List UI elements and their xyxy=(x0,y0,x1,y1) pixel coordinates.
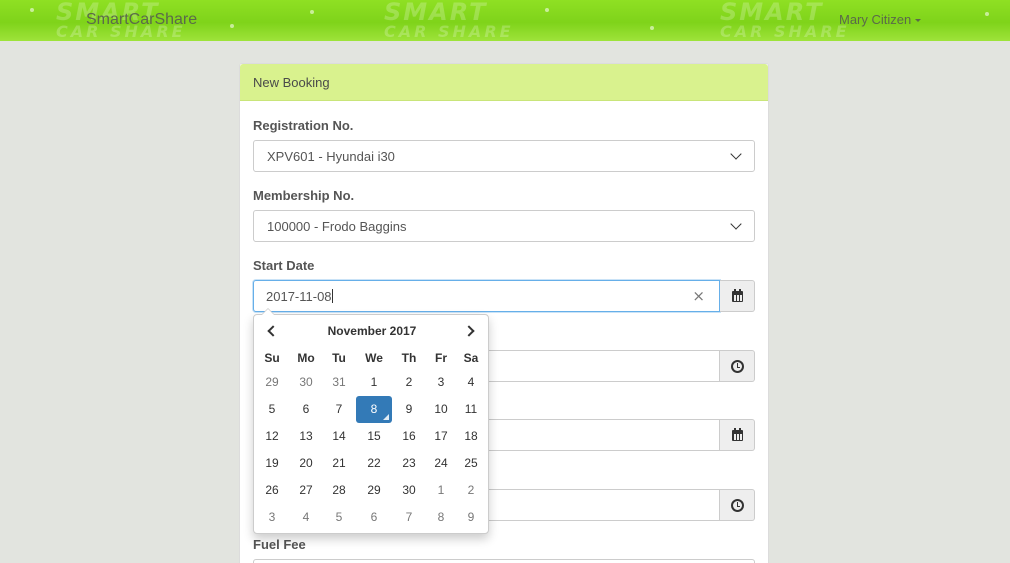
calendar-day[interactable]: 25 xyxy=(456,450,486,477)
datepicker-popup: November 2017 Su Mo Tu We Th Fr Sa 29 30 31 1 2 3 4 5… xyxy=(253,308,490,534)
calendar-day[interactable]: 12 xyxy=(254,423,290,450)
calendar-day[interactable]: 30 xyxy=(290,369,322,396)
calendar-day[interactable]: 9 xyxy=(456,504,486,531)
calendar-day[interactable]: 4 xyxy=(290,504,322,531)
calendar-day[interactable]: 29 xyxy=(356,477,392,504)
membership-label: Membership No. xyxy=(253,188,355,203)
user-menu-dropdown[interactable]: Mary Citizen xyxy=(839,12,922,27)
clear-icon[interactable]: × xyxy=(692,287,705,305)
start-time-clock-button[interactable] xyxy=(720,350,755,382)
weekday-header: We xyxy=(365,351,383,365)
clock-icon xyxy=(731,360,744,373)
registration-value: XPV601 - Hyundai i30 xyxy=(267,149,395,164)
end-time-clock-button[interactable] xyxy=(720,489,755,521)
navbar-watermark: SMART CAR SHARE xyxy=(720,0,850,41)
calendar-day[interactable]: 2 xyxy=(456,477,486,504)
week-row: 12 13 14 15 16 17 18 xyxy=(254,423,490,450)
datepicker-grid: Su Mo Tu We Th Fr Sa 29 30 31 1 2 3 4 5 6 7 8 9 10 11 12 13 14… xyxy=(254,347,490,531)
brand-link[interactable]: SmartCarShare xyxy=(86,11,197,29)
calendar-day[interactable]: 29 xyxy=(254,369,290,396)
calendar-day[interactable]: 14 xyxy=(322,423,356,450)
membership-value: 100000 - Frodo Baggins xyxy=(267,219,407,234)
week-row: 3456789 xyxy=(254,504,490,531)
caret-down-icon xyxy=(915,19,922,23)
calendar-day[interactable]: 26 xyxy=(254,477,290,504)
calendar-day[interactable]: 19 xyxy=(254,450,290,477)
calendar-day[interactable]: 9 xyxy=(392,396,426,423)
chevron-down-icon xyxy=(730,218,742,230)
calendar-day[interactable]: 7 xyxy=(322,396,356,423)
navbar-sparkle xyxy=(310,10,314,14)
calendar-day[interactable]: 7 xyxy=(392,504,426,531)
text-cursor xyxy=(331,289,333,303)
calendar-icon xyxy=(732,428,743,441)
week-row: 19 20 21 22 23 24 25 xyxy=(254,450,490,477)
navbar-sparkle xyxy=(545,8,549,12)
calendar-day[interactable]: 18 xyxy=(456,423,486,450)
chevron-left-icon[interactable] xyxy=(267,325,279,337)
datepicker-header: November 2017 xyxy=(254,315,488,347)
calendar-day[interactable]: 21 xyxy=(322,450,356,477)
week-row: 29 30 31 1 2 3 4 xyxy=(254,369,490,396)
weekday-header: Sa xyxy=(463,351,479,365)
weekday-header: Th xyxy=(401,351,417,365)
navbar-sparkle xyxy=(650,26,654,30)
end-date-calendar-button[interactable] xyxy=(720,419,755,451)
calendar-day[interactable]: 3 xyxy=(254,504,290,531)
weekday-header: Su xyxy=(264,351,280,365)
calendar-day[interactable]: 20 xyxy=(290,450,322,477)
membership-select[interactable]: 100000 - Frodo Baggins xyxy=(253,210,755,242)
calendar-day[interactable]: 11 xyxy=(456,396,486,423)
chevron-down-icon xyxy=(730,148,742,160)
weekday-header: Fr xyxy=(435,351,447,365)
navbar-sparkle xyxy=(985,12,989,16)
start-date-input[interactable]: 2017-11-08 × xyxy=(253,280,720,312)
navbar-watermark: SMART CAR SHARE xyxy=(384,0,514,41)
calendar-day[interactable]: 13 xyxy=(290,423,322,450)
calendar-day[interactable]: 2 xyxy=(392,369,426,396)
calendar-day[interactable]: 22 xyxy=(356,450,392,477)
chevron-right-icon[interactable] xyxy=(463,325,475,337)
registration-label: Registration No. xyxy=(253,118,354,133)
calendar-day[interactable]: 27 xyxy=(290,477,322,504)
calendar-day[interactable]: 5 xyxy=(322,504,356,531)
calendar-day[interactable]: 5 xyxy=(254,396,290,423)
selected-day[interactable]: 8 xyxy=(356,396,392,423)
start-date-calendar-button[interactable] xyxy=(720,280,755,312)
start-date-value: 2017-11-08 xyxy=(266,289,332,304)
weekday-header: Tu xyxy=(332,351,346,365)
calendar-day[interactable]: 15 xyxy=(356,423,392,450)
calendar-day[interactable]: 1 xyxy=(356,369,392,396)
calendar-day[interactable]: 16 xyxy=(392,423,426,450)
fuel-fee-input[interactable] xyxy=(253,559,755,563)
user-name: Mary Citizen xyxy=(839,12,912,27)
calendar-day[interactable]: 30 xyxy=(392,477,426,504)
week-row: 5 6 7 8 9 10 11 xyxy=(254,396,490,423)
clock-icon xyxy=(731,499,744,512)
calendar-day[interactable]: 6 xyxy=(356,504,392,531)
registration-select[interactable]: XPV601 - Hyundai i30 xyxy=(253,140,755,172)
top-navbar: SMART CAR SHARE SMART CAR SHARE SMART CAR S… xyxy=(0,0,1010,41)
calendar-day[interactable]: 31 xyxy=(322,369,356,396)
week-row: 26 27 28 29 30 1 2 xyxy=(254,477,490,504)
calendar-day[interactable]: 6 xyxy=(290,396,322,423)
calendar-day[interactable]: 28 xyxy=(322,477,356,504)
navbar-sparkle xyxy=(230,24,234,28)
start-date-label: Start Date xyxy=(253,258,315,273)
calendar-day[interactable]: 1 xyxy=(426,477,456,504)
weekday-header: Mo xyxy=(297,351,315,365)
calendar-day[interactable]: 10 xyxy=(426,396,456,423)
calendar-icon xyxy=(732,289,743,302)
calendar-day[interactable]: 17 xyxy=(426,423,456,450)
navbar-sparkle xyxy=(30,8,34,12)
calendar-day[interactable]: 8 xyxy=(426,504,456,531)
calendar-day[interactable]: 3 xyxy=(426,369,456,396)
weekday-row: Su Mo Tu We Th Fr Sa xyxy=(254,347,490,369)
fuel-fee-label: Fuel Fee xyxy=(253,537,306,552)
panel-title: New Booking xyxy=(240,64,768,101)
calendar-day[interactable]: 24 xyxy=(426,450,456,477)
calendar-day[interactable]: 23 xyxy=(392,450,426,477)
datepicker-month-title[interactable]: November 2017 xyxy=(304,324,440,338)
calendar-day[interactable]: 4 xyxy=(456,369,486,396)
